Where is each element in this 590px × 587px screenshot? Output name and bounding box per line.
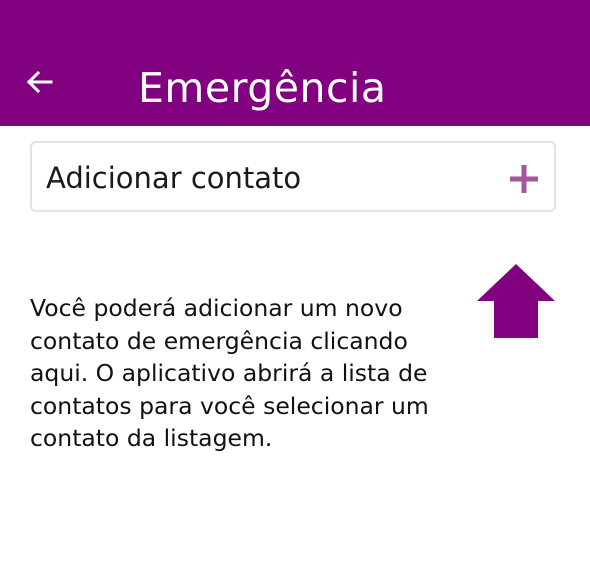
plus-icon <box>510 165 538 193</box>
app-header: Emergência <box>0 0 590 126</box>
add-contact-label: Adicionar contato <box>46 161 302 195</box>
back-button[interactable] <box>22 65 56 99</box>
arrow-left-icon <box>26 70 53 94</box>
hint-text: Você poderá adicionar um novo contato de… <box>30 294 429 452</box>
add-contact-card[interactable]: Adicionar contato <box>30 141 556 212</box>
page-title: Emergência <box>138 64 387 112</box>
emergency-screen: Emergência Adicionar contato Você poderá… <box>0 0 590 587</box>
arrow-up-icon <box>477 264 555 338</box>
add-contact-button[interactable] <box>510 165 538 193</box>
